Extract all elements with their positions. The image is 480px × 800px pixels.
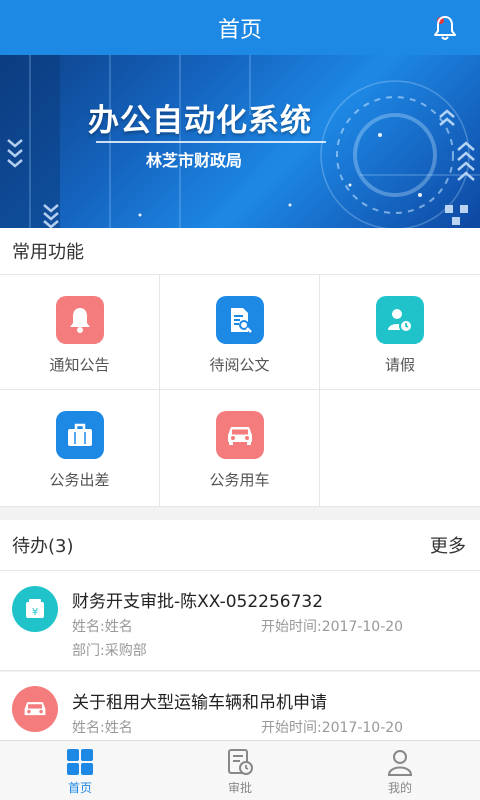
section-title: 常用功能 [12,242,84,263]
car-icon [215,411,264,459]
function-label: 待阅公文 [209,356,270,374]
tab-label: 我的 [387,781,412,795]
bottom-tab-bar: 首页 审批 我的 [0,740,480,800]
function-label: 公务用车 [209,471,270,489]
todo-start-time: 开始时间:2017-10-20 [261,619,404,635]
todo-item[interactable]: 关于租用大型运输车辆和吊机申请 姓名:姓名 开始时间:2017-10-20 [0,672,480,740]
todo-name: 姓名:姓名 [72,619,133,635]
tab-home[interactable]: 首页 [0,741,160,800]
function-empty-cell [320,390,480,507]
bell-icon [55,296,104,344]
car-icon [12,686,58,732]
hero-banner[interactable]: 办公自动化系统 林芝市财政局 [0,55,480,228]
page-title: 首页 [217,17,262,43]
more-link[interactable]: 更多 [430,532,468,558]
svg-text:¥: ¥ [32,607,38,618]
person-clock-icon [376,296,424,344]
money-icon: ¥ [12,586,58,632]
tab-approval[interactable]: 审批 [160,741,320,800]
function-leave[interactable]: 请假 [320,275,480,390]
function-documents[interactable]: 待阅公文 [160,275,320,390]
function-business-trip[interactable]: 公务出差 [0,390,160,507]
todo-item[interactable]: ¥ 财务开支审批-陈XX-052256732 姓名:姓名 开始时间:2017-1… [0,571,480,671]
todo-section-header: 待办(3) 更多 [0,520,480,571]
grid-icon [67,749,93,775]
function-label: 公务出差 [49,471,110,489]
tab-label: 首页 [67,781,92,795]
banner-subtitle: 林芝市财政局 [146,151,243,170]
function-notice[interactable]: 通知公告 [0,275,160,390]
banner-title: 办公自动化系统 [88,103,312,139]
function-label: 请假 [384,356,415,374]
functions-section-header: 常用功能 [0,228,480,275]
function-label: 通知公告 [49,356,110,374]
app-header: 首页 [0,0,480,55]
todo-start-time: 开始时间:2017-10-20 [261,720,404,736]
user-icon [387,750,413,776]
bell-icon[interactable] [432,14,458,42]
document-search-icon [215,296,264,344]
tab-mine[interactable]: 我的 [320,741,480,800]
todo-title: 财务开支审批-陈XX-052256732 [72,592,324,612]
banner-divider [96,141,326,143]
function-grid: 通知公告 待阅公文 请假 公务出差 公务用车 [0,275,480,507]
tab-label: 审批 [227,781,252,795]
briefcase-icon [55,411,104,459]
todo-name: 姓名:姓名 [72,720,133,736]
todo-title: 关于租用大型运输车辆和吊机申请 [72,693,327,713]
todo-department: 部门:采购部 [72,643,147,659]
function-official-car[interactable]: 公务用车 [160,390,320,507]
approval-icon [228,749,253,775]
section-title: 待办(3) [12,536,74,557]
